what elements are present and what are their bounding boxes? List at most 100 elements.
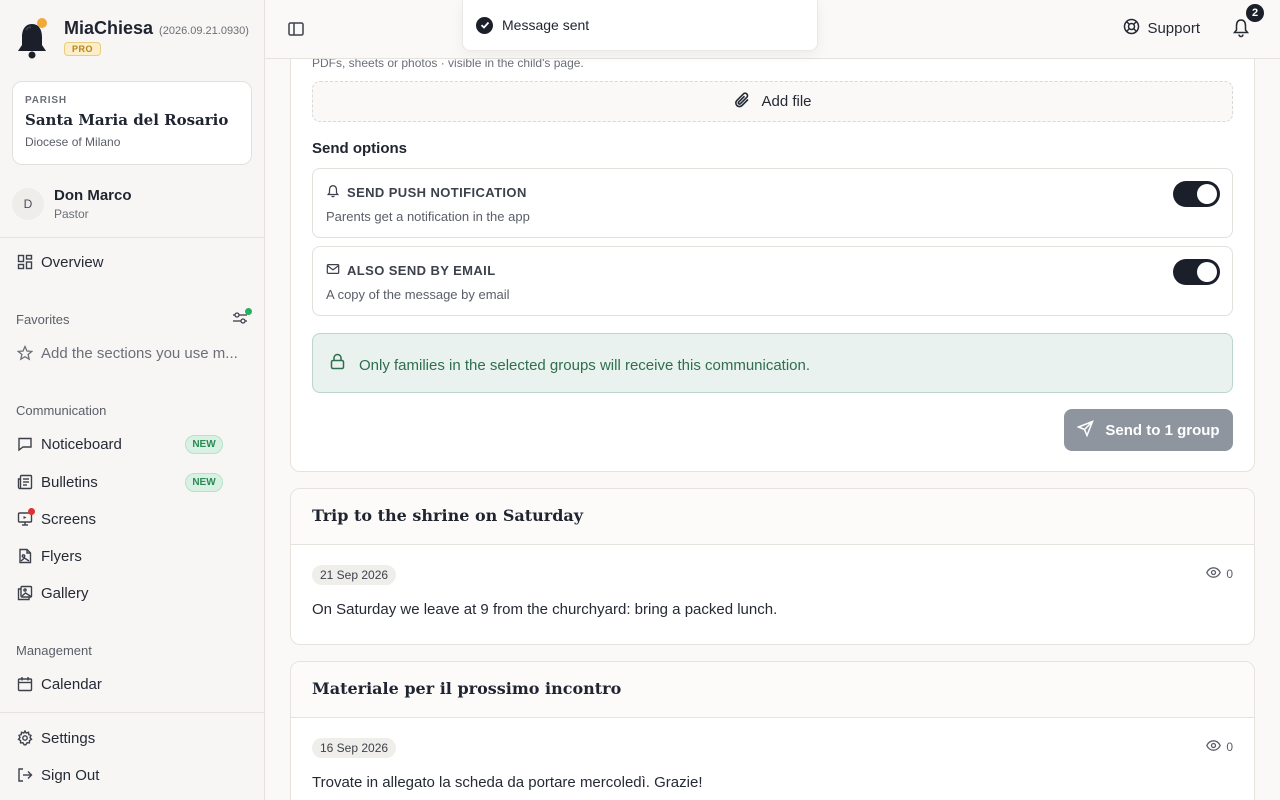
brand[interactable]: MiaChiesa (2026.09.21.0930) PRO xyxy=(16,18,249,62)
images-icon xyxy=(16,585,33,602)
send-options-title: Send options xyxy=(312,140,407,157)
sidebar-divider xyxy=(0,712,264,713)
sidebar-item-noticeboard[interactable]: Noticeboard NEW xyxy=(16,432,246,456)
sidebar-item-flyers[interactable]: Flyers xyxy=(16,544,246,568)
bell-logo-icon xyxy=(16,18,50,62)
sidebar-item-calendar[interactable]: Calendar xyxy=(16,672,246,696)
toggle-knob xyxy=(1197,262,1217,282)
monitor-icon xyxy=(16,507,35,528)
favorites-settings-icon[interactable] xyxy=(232,308,252,328)
newspaper-icon xyxy=(16,474,33,491)
sidebar-item-gallery[interactable]: Gallery xyxy=(16,581,246,605)
lifebuoy-icon xyxy=(1123,18,1140,39)
favorites-section-label: Favorites xyxy=(16,312,70,327)
post-date: 21 Sep 2026 xyxy=(312,565,397,585)
add-file-label: Add file xyxy=(761,93,812,110)
alert-dot xyxy=(28,507,35,515)
communication-section-label: Communication xyxy=(16,403,107,418)
sidebar-item-label: Gallery xyxy=(41,584,89,602)
sidebar-item-label: Noticeboard xyxy=(41,435,122,453)
push-option-title: SEND PUSH NOTIFICATION xyxy=(347,185,527,200)
parish-eyebrow: PARISH xyxy=(25,95,67,106)
bell-icon xyxy=(1232,19,1250,42)
sidebar-item-add-favorites[interactable]: Add the sections you use m... xyxy=(16,341,246,365)
sidebar-item-screens[interactable]: Screens xyxy=(16,507,246,531)
post-card[interactable]: Materiale per il prossimo incontro 16 Se… xyxy=(290,661,1255,800)
post-views-count: 0 xyxy=(1226,567,1233,581)
eye-icon xyxy=(1206,740,1222,754)
sidebar-item-overview[interactable]: Overview xyxy=(16,250,246,274)
update-dot xyxy=(245,308,252,315)
lock-icon xyxy=(330,353,346,370)
sidebar-item-label: Calendar xyxy=(41,675,102,693)
post-title: Materiale per il prossimo incontro xyxy=(312,679,622,698)
notification-count: 2 xyxy=(1246,4,1264,22)
message-square-icon xyxy=(16,436,33,453)
gear-icon xyxy=(16,730,33,747)
calendar-icon xyxy=(16,676,33,693)
push-notification-option: SEND PUSH NOTIFICATION Parents get a not… xyxy=(312,168,1233,238)
star-icon xyxy=(16,345,33,362)
post-date: 16 Sep 2026 xyxy=(312,738,397,758)
log-out-icon xyxy=(16,767,33,784)
email-toggle[interactable] xyxy=(1173,259,1220,285)
post-views: 0 xyxy=(1206,567,1233,581)
paperclip-icon xyxy=(733,91,751,113)
post-views: 0 xyxy=(1206,740,1233,754)
push-option-description: Parents get a notification in the app xyxy=(326,209,530,224)
avatar: D xyxy=(12,188,44,220)
bell-icon xyxy=(326,184,340,201)
sidebar-toggle-icon[interactable] xyxy=(287,20,305,38)
sidebar-divider xyxy=(0,237,264,238)
user-profile[interactable]: D Don Marco Pastor xyxy=(12,187,132,221)
post-text: On Saturday we leave at 9 from the churc… xyxy=(312,601,778,618)
parish-name: Santa Maria del Rosario xyxy=(25,111,229,129)
support-label: Support xyxy=(1147,20,1200,37)
sidebar-item-settings[interactable]: Settings xyxy=(16,726,246,750)
email-option: ALSO SEND BY EMAIL A copy of the message… xyxy=(312,246,1233,316)
sidebar-item-label: Add the sections you use m... xyxy=(41,344,238,362)
file-image-icon xyxy=(16,548,33,565)
brand-name: MiaChiesa xyxy=(64,18,154,38)
send-icon xyxy=(1076,419,1095,441)
sidebar: MiaChiesa (2026.09.21.0930) PRO PARISH S… xyxy=(0,0,265,800)
email-option-description: A copy of the message by email xyxy=(326,287,510,302)
sidebar-item-label: Screens xyxy=(41,510,97,528)
eye-icon xyxy=(1206,567,1222,581)
parish-card[interactable]: PARISH Santa Maria del Rosario Diocese o… xyxy=(12,81,252,165)
audience-notice: Only families in the selected groups wil… xyxy=(312,333,1233,393)
new-badge: NEW xyxy=(185,434,223,454)
parish-diocese: Diocese of Milano xyxy=(25,135,121,149)
mail-icon xyxy=(326,262,340,279)
post-views-count: 0 xyxy=(1226,740,1233,754)
new-badge: NEW xyxy=(185,472,223,492)
sidebar-item-label: Settings xyxy=(41,729,96,747)
sidebar-item-label: Overview xyxy=(41,253,104,271)
user-role: Pastor xyxy=(54,207,89,221)
composer-card: PDFs, sheets or photos · visible in the … xyxy=(290,40,1255,472)
sidebar-item-label: Flyers xyxy=(41,547,82,565)
toast: Message sent xyxy=(462,0,818,51)
notifications-button[interactable]: 2 xyxy=(1232,4,1264,38)
sidebar-item-label: Bulletins xyxy=(41,473,98,491)
post-text: Trovate in allegato la scheda da portare… xyxy=(312,774,703,791)
send-button[interactable]: Send to 1 group xyxy=(1064,409,1233,451)
toast-message: Message sent xyxy=(502,17,590,33)
post-title: Trip to the shrine on Saturday xyxy=(312,506,584,525)
dashboard-icon xyxy=(16,254,33,271)
support-button[interactable]: Support xyxy=(1123,18,1200,39)
management-section-label: Management xyxy=(16,643,92,658)
check-circle-icon xyxy=(476,16,493,34)
sidebar-item-label: Sign Out xyxy=(41,766,100,784)
user-name: Don Marco xyxy=(54,187,132,204)
pro-badge: PRO xyxy=(64,42,102,56)
post-card[interactable]: Trip to the shrine on Saturday 21 Sep 20… xyxy=(290,488,1255,645)
audience-notice-text: Only families in the selected groups wil… xyxy=(359,357,811,374)
brand-version: (2026.09.21.0930) xyxy=(159,25,249,37)
sidebar-item-bulletins[interactable]: Bulletins NEW xyxy=(16,470,246,494)
send-button-label: Send to 1 group xyxy=(1105,421,1220,439)
email-option-title: ALSO SEND BY EMAIL xyxy=(347,263,496,278)
sidebar-item-sign-out[interactable]: Sign Out xyxy=(16,763,246,787)
push-notification-toggle[interactable] xyxy=(1173,181,1220,207)
add-file-button[interactable]: Add file xyxy=(312,81,1233,122)
